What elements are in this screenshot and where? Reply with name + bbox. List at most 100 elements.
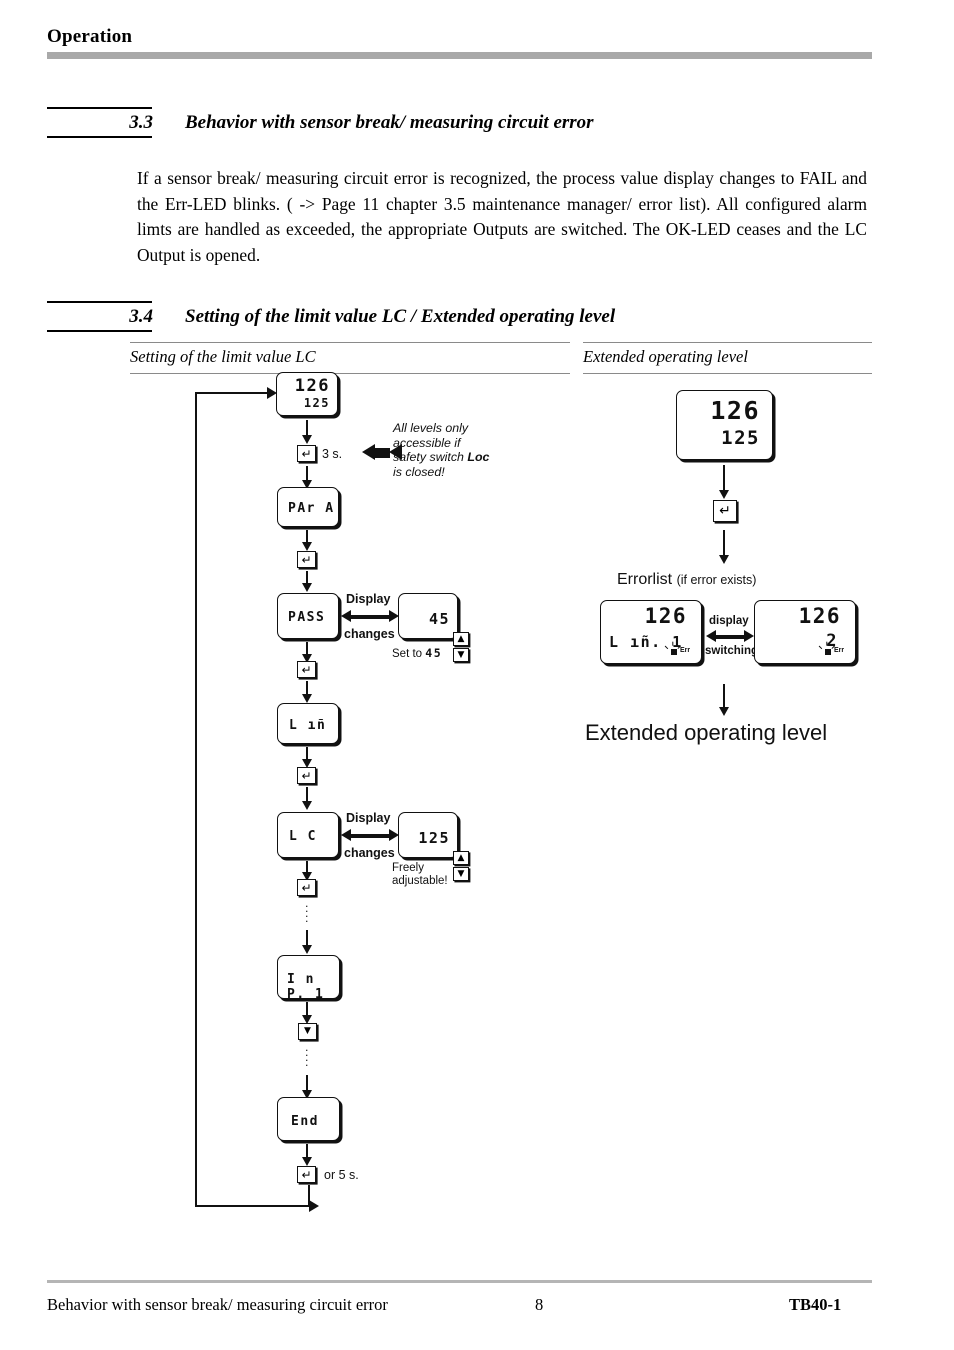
display-switching-arrow <box>706 630 754 643</box>
stepper-down-button[interactable]: ▼ <box>453 867 469 881</box>
value-lc: 125 <box>418 829 450 847</box>
lc-hint-line-1: Freely <box>392 862 424 874</box>
arrow-lc-to-key <box>302 861 311 881</box>
display-changes-label-1-line1: Display <box>346 592 391 606</box>
arrow-end-to-key <box>302 1144 311 1166</box>
err-led-label: Err <box>680 647 691 654</box>
caption-rule-bottom <box>583 373 872 374</box>
exit-label: or 5 s. <box>324 1168 359 1182</box>
display-changes-label-2-line2: changes <box>344 846 395 860</box>
enter-key-icon-6[interactable]: ↵ <box>297 1166 316 1183</box>
display-process-value-top: 126 125 <box>276 372 338 416</box>
enter-key-icon-4[interactable]: ↵ <box>297 767 316 784</box>
arrow-to-para-box <box>302 466 311 489</box>
safety-note-line-2: accessible if <box>393 435 461 450</box>
enter-key-icon-2[interactable]: ↵ <box>297 551 316 568</box>
menu-box-pass: PASS <box>277 593 339 639</box>
display-changes-arrow-2 <box>341 829 399 842</box>
footer-right: TB40-1 <box>789 1295 842 1314</box>
header-rule <box>47 52 872 59</box>
menu-box-para: PAr A <box>277 487 339 527</box>
stepper-lc[interactable]: ▲ ▼ <box>453 851 469 883</box>
err-led-square <box>825 649 831 655</box>
pass-hint-value: 45 <box>425 646 443 660</box>
loop-return-bottom-line <box>195 1200 319 1211</box>
display-switching-label-line2: switching <box>705 645 759 657</box>
errorlist-heading: Errorlist (if error exists) <box>617 571 756 589</box>
err-led-ray <box>672 641 674 646</box>
section-3-3-body: If a sensor break/ measuring circuit err… <box>137 168 867 265</box>
display-line-2: 125 <box>303 396 330 410</box>
lc-hint-line-2: adjustable! <box>392 875 448 887</box>
document-page: Operation 3.3 Behavior with sensor break… <box>0 0 954 1350</box>
display-switching-label-line1: display <box>709 615 749 627</box>
enter-key-icon-1[interactable]: ↵ <box>297 445 316 462</box>
section-3-4-title: Setting of the limit value LC / Extended… <box>185 306 616 327</box>
error-display-right: 126 2 Err <box>754 600 856 664</box>
ellipsis-2: .... <box>305 1041 309 1069</box>
arrow-key-to-lim <box>302 681 311 703</box>
pass-hint-text: Set to <box>392 648 423 660</box>
safety-switch-note: All levels only accessible if safety swi… <box>393 421 511 479</box>
arrow-right-to-enter <box>719 465 728 499</box>
arrow-pass-to-key <box>302 642 311 663</box>
footer-left: Behavior with sensor break/ measuring ci… <box>47 1295 388 1314</box>
stepper-up-button[interactable]: ▲ <box>453 851 469 865</box>
safety-note-line-3: safety switch <box>393 450 468 465</box>
down-key-icon[interactable]: ▼ <box>298 1023 317 1040</box>
caption-rule-top <box>583 342 872 343</box>
section-3-4-number: 3.4 <box>47 301 153 332</box>
enter-key-icon-3[interactable]: ↵ <box>297 661 316 678</box>
error-display-left: 126 L ıñ. 1 Err <box>600 600 702 664</box>
display-changes-label-1-line2: changes <box>344 627 395 641</box>
loop-return-arrow <box>196 387 277 398</box>
error-left-line-1: 126 <box>644 604 687 628</box>
display-right-line-1: 126 <box>710 396 760 425</box>
loop-return-left-line <box>195 392 197 1207</box>
enter-key-icon-5[interactable]: ↵ <box>297 879 316 896</box>
arrow-to-end <box>302 1075 311 1099</box>
display-process-value-right: 126 125 <box>676 390 773 460</box>
err-led-indicator-left: Err <box>664 641 697 659</box>
display-right-line-2: 125 <box>721 427 760 449</box>
display-line-1: 126 <box>294 376 330 396</box>
value-box-pass: 45 <box>398 593 458 639</box>
right-column-caption: Extended operating level <box>583 342 872 374</box>
stepper-up-button[interactable]: ▲ <box>453 632 469 646</box>
safety-switch-name: Loc <box>467 450 490 465</box>
errorlist-title: Errorlist <box>617 571 673 588</box>
hold-duration-label: 3 s. <box>322 447 343 461</box>
extended-operating-level-caption: Extended operating level <box>585 720 828 745</box>
enter-key-icon-right[interactable]: ↵ <box>713 500 737 522</box>
menu-box-lc: L C <box>277 812 339 858</box>
safety-note-line-1: All levels only <box>393 421 469 435</box>
err-led-ray <box>826 641 828 646</box>
ellipsis-1: .... <box>305 897 309 925</box>
safety-note-line-4: is closed! <box>393 464 445 479</box>
lc-hint: Freely adjustable! <box>392 862 448 888</box>
stepper-down-button[interactable]: ▼ <box>453 648 469 662</box>
footer-page-number: 8 <box>535 1295 544 1314</box>
err-led-ray <box>818 645 823 650</box>
caption-rule-bottom <box>130 373 570 374</box>
arrow-para-to-key <box>302 530 311 551</box>
stepper-pass[interactable]: ▲ ▼ <box>453 632 469 664</box>
arrow-lim-to-key <box>302 747 311 768</box>
err-led-indicator-right: Err <box>818 641 851 659</box>
menu-box-end: End <box>277 1097 340 1141</box>
menu-box-inp1: I n P. 1 <box>277 955 340 1002</box>
pass-hint: Set to 45 <box>392 646 442 660</box>
section-3-3-title: Behavior with sensor break/ measuring ci… <box>185 112 594 133</box>
arrow-key-to-pass <box>302 571 311 592</box>
menu-label-lim: L ıñ <box>289 718 327 733</box>
left-column-caption: Setting of the limit value LC <box>130 342 570 374</box>
arrow-enter-to-errorlist <box>719 530 728 564</box>
menu-box-lim: L ıñ <box>277 703 339 744</box>
err-led-square <box>671 649 677 655</box>
error-right-line-1: 126 <box>798 604 841 628</box>
section-3-3-number: 3.3 <box>47 107 153 138</box>
menu-label-inp1: I n P. 1 <box>287 972 325 1002</box>
left-column-caption-text: Setting of the limit value LC <box>130 347 316 366</box>
caption-rule-top <box>130 342 570 343</box>
arrow-inp1-to-key <box>302 1002 311 1024</box>
